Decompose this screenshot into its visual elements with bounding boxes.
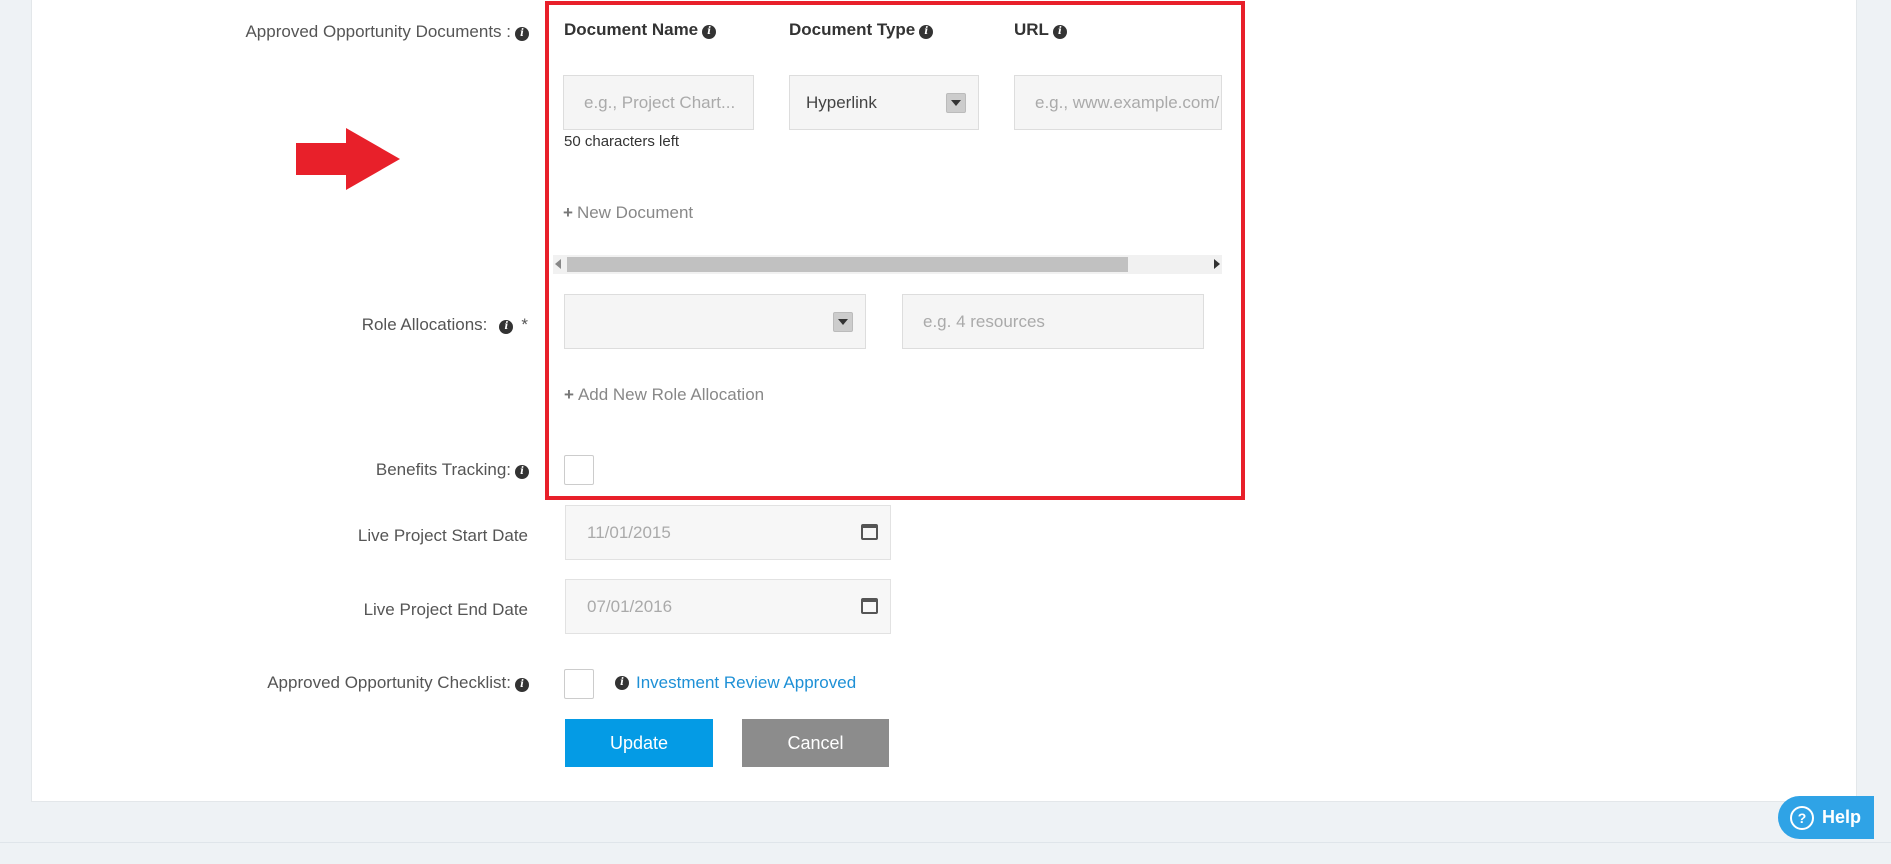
- info-icon: i: [919, 25, 934, 39]
- document-name-input[interactable]: e.g., Project Chart...: [563, 75, 754, 130]
- col-document-type: Document Type i: [789, 20, 934, 40]
- help-button[interactable]: ? Help: [1778, 796, 1874, 839]
- info-icon: i: [499, 320, 514, 334]
- new-document-link[interactable]: + New Document: [563, 203, 693, 223]
- end-date-input[interactable]: 07/01/2016: [565, 579, 891, 634]
- info-icon: i: [615, 676, 629, 690]
- role-allocations-label: Role Allocations: i *: [361, 315, 528, 334]
- col-url: URL i: [1014, 20, 1067, 40]
- benefits-tracking-label: Benefits Tracking: i: [376, 460, 529, 480]
- horizontal-scrollbar[interactable]: [553, 255, 1222, 274]
- start-date-input[interactable]: 11/01/2015: [565, 505, 891, 560]
- calendar-icon[interactable]: [861, 524, 878, 540]
- investment-review-link[interactable]: Investment Review Approved: [636, 673, 856, 693]
- document-type-select[interactable]: Hyperlink: [789, 75, 979, 130]
- footer-strip: [0, 842, 1891, 864]
- chevron-down-icon: [833, 312, 853, 332]
- role-select[interactable]: [564, 294, 866, 349]
- update-button[interactable]: Update: [565, 719, 713, 767]
- start-date-label: Live Project Start Date: [357, 526, 528, 545]
- plus-icon: +: [563, 203, 573, 222]
- col-document-name: Document Name i: [564, 20, 717, 40]
- end-date-label: Live Project End Date: [363, 600, 528, 619]
- benefits-tracking-checkbox[interactable]: [564, 455, 594, 485]
- checklist-checkbox[interactable]: [564, 669, 594, 699]
- checklist-label: Approved Opportunity Checklist: i: [267, 673, 529, 693]
- info-icon: i: [515, 27, 529, 41]
- info-icon: i: [702, 25, 717, 39]
- info-icon: i: [1052, 25, 1067, 39]
- scroll-left-icon[interactable]: [555, 259, 561, 269]
- url-input[interactable]: e.g., www.example.com/: [1014, 75, 1222, 130]
- scroll-right-icon[interactable]: [1214, 259, 1220, 269]
- info-icon: i: [515, 465, 529, 479]
- resources-input[interactable]: e.g. 4 resources: [902, 294, 1204, 349]
- plus-icon: +: [564, 385, 574, 404]
- info-icon: i: [515, 678, 529, 692]
- cancel-button[interactable]: Cancel: [742, 719, 889, 767]
- add-role-allocation-link[interactable]: + Add New Role Allocation: [564, 385, 764, 405]
- calendar-icon[interactable]: [861, 598, 878, 614]
- chars-left-hint: 50 characters left: [564, 133, 680, 150]
- chevron-down-icon: [946, 93, 966, 113]
- question-circle-icon: ?: [1790, 805, 1814, 830]
- scroll-thumb[interactable]: [567, 257, 1128, 272]
- red-arrow-icon: [296, 128, 400, 190]
- approved-docs-label: Approved Opportunity Documents :i: [245, 22, 529, 42]
